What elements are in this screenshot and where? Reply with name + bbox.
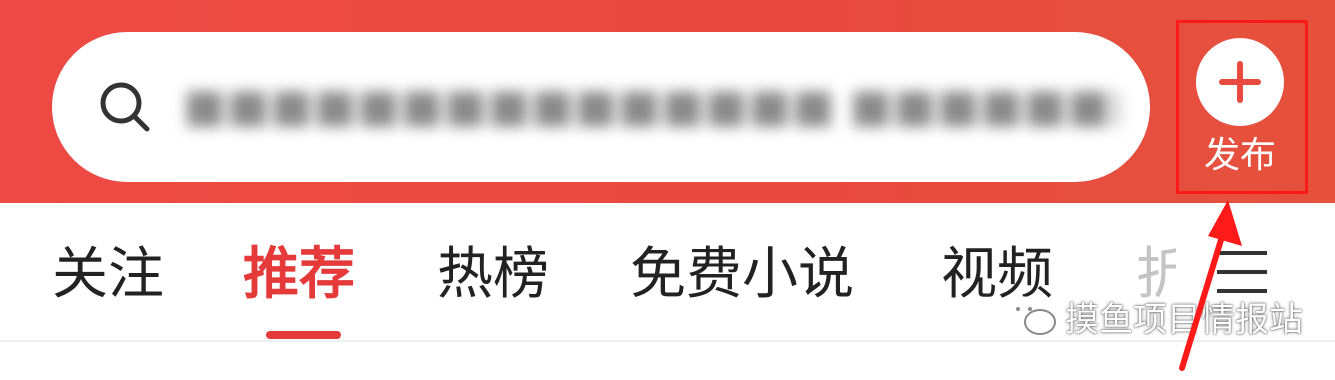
tab-follow[interactable]: 关注 — [52, 238, 164, 312]
search-icon — [100, 82, 150, 132]
annotation-highlight-box — [1176, 20, 1308, 194]
wechat-icon — [1005, 296, 1056, 335]
tab-free-novels[interactable]: 免费小说 — [630, 238, 854, 312]
active-tab-indicator — [266, 331, 341, 339]
annotation-arrow — [1179, 200, 1242, 371]
tab-recommend[interactable]: 推荐 — [243, 238, 355, 312]
search-query-text[interactable]: ■■■■■■■■■■■■■■■ ■■■■■■■■■ 7 — [183, 70, 1118, 140]
tab-hot-list[interactable]: 热榜 — [437, 238, 549, 312]
